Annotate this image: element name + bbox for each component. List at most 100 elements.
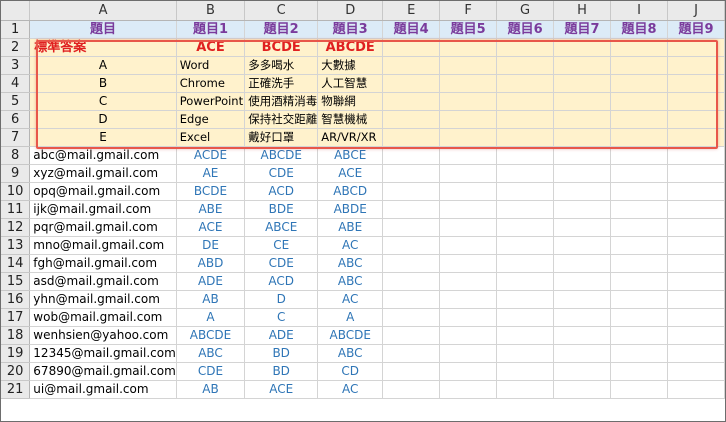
empty-cell[interactable] bbox=[553, 290, 612, 309]
answer-cell[interactable]: ABE bbox=[176, 200, 246, 219]
email-cell[interactable]: yhn@mail.gmail.com bbox=[29, 290, 177, 309]
empty-cell[interactable] bbox=[382, 362, 441, 381]
title-cell[interactable]: 題目8 bbox=[610, 20, 668, 39]
empty-cell[interactable] bbox=[439, 254, 498, 273]
row-header[interactable]: 19 bbox=[1, 344, 31, 363]
empty-cell[interactable] bbox=[439, 74, 498, 93]
empty-cell[interactable] bbox=[439, 128, 498, 147]
empty-cell[interactable] bbox=[610, 110, 668, 129]
empty-cell[interactable] bbox=[667, 182, 725, 201]
empty-cell[interactable] bbox=[382, 164, 441, 183]
email-cell[interactable]: abc@mail.gmail.com bbox=[29, 146, 177, 165]
title-cell[interactable]: 題目2 bbox=[244, 20, 319, 39]
option-text-cell[interactable]: 大數據 bbox=[317, 56, 384, 75]
row-header[interactable]: 5 bbox=[1, 92, 31, 111]
column-header-d[interactable]: D bbox=[317, 1, 384, 21]
empty-cell[interactable] bbox=[667, 164, 725, 183]
answer-cell[interactable]: BCDE bbox=[176, 182, 246, 201]
empty-cell[interactable] bbox=[496, 182, 555, 201]
empty-cell[interactable] bbox=[382, 110, 441, 129]
empty-cell[interactable] bbox=[439, 362, 498, 381]
option-text-cell[interactable]: 正確洗手 bbox=[244, 74, 319, 93]
answer-cell[interactable]: CDE bbox=[176, 362, 246, 381]
row-header[interactable]: 3 bbox=[1, 56, 31, 75]
option-letter-cell[interactable]: D bbox=[29, 110, 177, 129]
empty-cell[interactable] bbox=[667, 74, 725, 93]
answer-key-cell[interactable]: ACE bbox=[176, 38, 246, 57]
empty-cell[interactable] bbox=[496, 146, 555, 165]
answer-cell[interactable]: ABCE bbox=[244, 218, 319, 237]
empty-cell[interactable] bbox=[553, 380, 612, 399]
row-header[interactable]: 14 bbox=[1, 254, 31, 273]
empty-cell[interactable] bbox=[382, 326, 441, 345]
empty-cell[interactable] bbox=[553, 362, 612, 381]
answer-cell[interactable]: ACDE bbox=[176, 146, 246, 165]
empty-cell[interactable] bbox=[439, 380, 498, 399]
empty-cell[interactable] bbox=[610, 164, 668, 183]
answer-cell[interactable]: AC bbox=[317, 380, 384, 399]
empty-cell[interactable] bbox=[610, 92, 668, 111]
empty-cell[interactable] bbox=[382, 74, 441, 93]
option-text-cell[interactable]: 保持社交距離 bbox=[244, 110, 319, 129]
option-text-cell[interactable]: 使用酒精消毒 bbox=[244, 92, 319, 111]
title-cell[interactable]: 題目1 bbox=[176, 20, 246, 39]
answer-cell[interactable]: ABC bbox=[317, 344, 384, 363]
empty-cell[interactable] bbox=[610, 380, 668, 399]
answer-cell[interactable]: BD bbox=[244, 362, 319, 381]
row-header[interactable]: 6 bbox=[1, 110, 31, 129]
empty-cell[interactable] bbox=[667, 308, 725, 327]
empty-cell[interactable] bbox=[667, 200, 725, 219]
answer-cell[interactable]: CD bbox=[317, 362, 384, 381]
empty-cell[interactable] bbox=[496, 362, 555, 381]
answer-cell[interactable]: ABE bbox=[317, 218, 384, 237]
email-cell[interactable]: pqr@mail.gmail.com bbox=[29, 218, 177, 237]
empty-cell[interactable] bbox=[667, 326, 725, 345]
empty-cell[interactable] bbox=[382, 272, 441, 291]
row-header[interactable]: 4 bbox=[1, 74, 31, 93]
column-header-a[interactable]: A bbox=[29, 1, 177, 21]
empty-cell[interactable] bbox=[667, 380, 725, 399]
select-all-corner[interactable] bbox=[1, 1, 31, 21]
option-text-cell[interactable]: 多多喝水 bbox=[244, 56, 319, 75]
empty-cell[interactable] bbox=[382, 290, 441, 309]
email-cell[interactable]: wob@mail.gmail.com bbox=[29, 308, 177, 327]
option-text-cell[interactable]: 戴好口罩 bbox=[244, 128, 319, 147]
option-text-cell[interactable]: 人工智慧 bbox=[317, 74, 384, 93]
empty-cell[interactable] bbox=[382, 128, 441, 147]
answer-cell[interactable]: AC bbox=[317, 236, 384, 255]
row-header[interactable]: 2 bbox=[1, 38, 31, 57]
option-text-cell[interactable]: Edge bbox=[176, 110, 246, 129]
answer-cell[interactable]: ACE bbox=[317, 164, 384, 183]
email-cell[interactable]: fgh@mail.gmail.com bbox=[29, 254, 177, 273]
empty-cell[interactable] bbox=[496, 290, 555, 309]
answer-cell[interactable]: ACD bbox=[244, 272, 319, 291]
empty-cell[interactable] bbox=[496, 380, 555, 399]
row-header[interactable]: 21 bbox=[1, 380, 31, 399]
empty-cell[interactable] bbox=[610, 236, 668, 255]
answer-cell[interactable]: CDE bbox=[244, 254, 319, 273]
empty-cell[interactable] bbox=[610, 290, 668, 309]
answer-cell[interactable]: ADE bbox=[176, 272, 246, 291]
option-letter-cell[interactable]: E bbox=[29, 128, 177, 147]
column-header-f[interactable]: F bbox=[439, 1, 498, 21]
empty-cell[interactable] bbox=[439, 308, 498, 327]
empty-cell[interactable] bbox=[439, 164, 498, 183]
empty-cell[interactable] bbox=[667, 236, 725, 255]
answer-cell[interactable]: CE bbox=[244, 236, 319, 255]
empty-cell[interactable] bbox=[496, 272, 555, 291]
empty-cell[interactable] bbox=[439, 272, 498, 291]
answer-cell[interactable]: ABCD bbox=[317, 182, 384, 201]
empty-cell[interactable] bbox=[382, 56, 441, 75]
empty-cell[interactable] bbox=[553, 92, 612, 111]
answer-cell[interactable]: AB bbox=[176, 290, 246, 309]
option-text-cell[interactable]: 智慧機械 bbox=[317, 110, 384, 129]
empty-cell[interactable] bbox=[496, 308, 555, 327]
answer-cell[interactable]: A bbox=[317, 308, 384, 327]
option-letter-cell[interactable]: A bbox=[29, 56, 177, 75]
empty-cell[interactable] bbox=[610, 38, 668, 57]
answer-cell[interactable]: ACE bbox=[244, 380, 319, 399]
title-cell[interactable]: 題目3 bbox=[317, 20, 384, 39]
empty-cell[interactable] bbox=[610, 362, 668, 381]
answer-cell[interactable]: ABCDE bbox=[317, 326, 384, 345]
empty-cell[interactable] bbox=[496, 218, 555, 237]
